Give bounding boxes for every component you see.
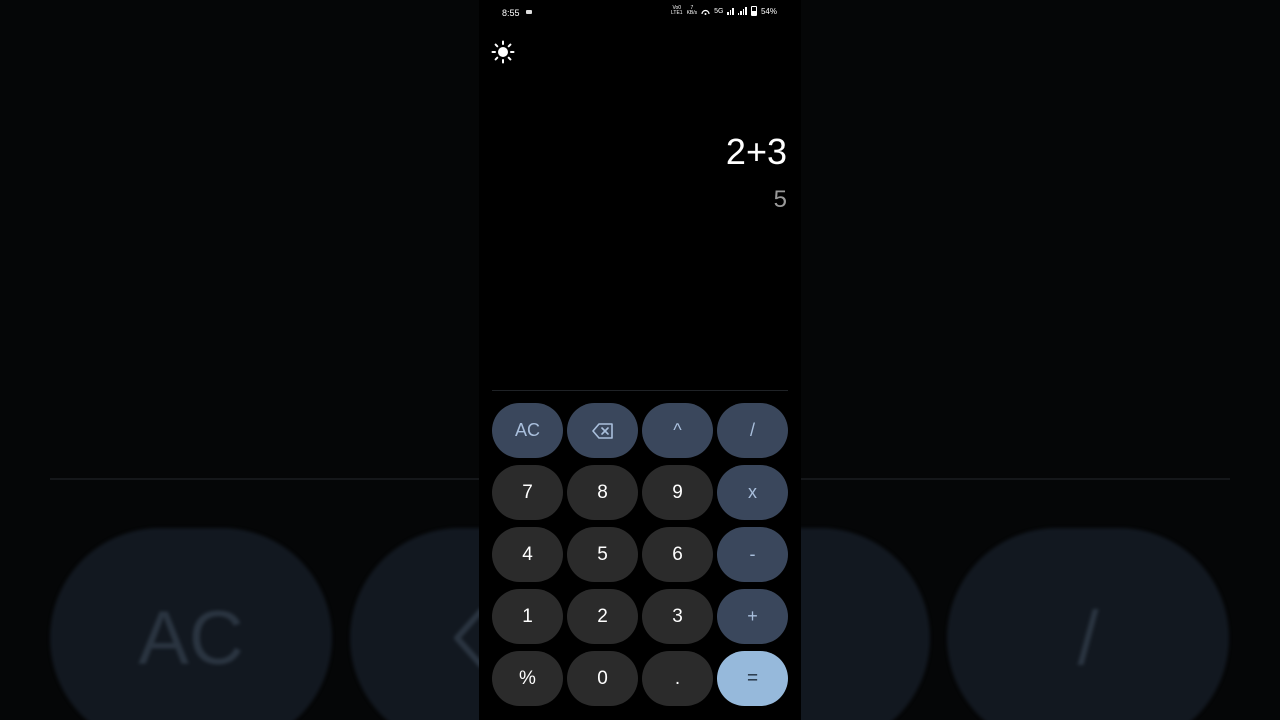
video-recording-icon xyxy=(526,10,532,14)
digit-6-button[interactable]: 6 xyxy=(642,527,713,582)
power-button[interactable]: ^ xyxy=(642,403,713,458)
background-divide-key: / xyxy=(947,528,1229,720)
sun-icon xyxy=(491,40,515,64)
result-display: 5 xyxy=(773,186,787,213)
percent-button[interactable]: % xyxy=(492,651,563,706)
key-label: x xyxy=(748,482,757,502)
key-label: 3 xyxy=(672,605,683,627)
key-label: 0 xyxy=(597,667,608,689)
key-label: = xyxy=(746,667,759,689)
key-label: ^ xyxy=(673,420,682,440)
key-label: 1 xyxy=(522,605,533,627)
digit-9-button[interactable]: 9 xyxy=(642,465,713,520)
keypad: AC ^ / 7 8 9 x 4 5 6 - 1 2 3 +% 0. = xyxy=(492,403,789,706)
signal-strength-icon-1 xyxy=(727,7,734,15)
key-label: / xyxy=(749,420,755,440)
backspace-button[interactable] xyxy=(567,403,638,458)
background-divide-label: / xyxy=(1077,595,1099,681)
calculator-app: 8:55 Vo0 LTE1 7 KB/s 5G 54% 2+3 5 AC ^ /… xyxy=(479,0,801,720)
background-clear-key: AC xyxy=(50,528,332,720)
signal-strength-icon-2 xyxy=(737,7,747,15)
equals-button[interactable]: = xyxy=(717,651,788,706)
network-type: 5G xyxy=(714,7,724,15)
status-icons: Vo0 LTE1 7 KB/s 5G 54% xyxy=(671,6,777,16)
key-label: 4 xyxy=(522,543,533,565)
volte-indicator: Vo0 LTE1 xyxy=(671,6,683,16)
battery-icon xyxy=(750,6,757,16)
digit-5-button[interactable]: 5 xyxy=(567,527,638,582)
speed-unit: KB/s xyxy=(686,10,698,16)
battery-percent: 54% xyxy=(760,6,777,16)
network-speed: 7 KB/s xyxy=(687,6,698,16)
volte-bottom-text: LTE1 xyxy=(670,10,683,16)
key-label: + xyxy=(747,606,758,626)
backspace-icon xyxy=(591,422,613,439)
theme-toggle-button[interactable] xyxy=(491,40,515,64)
key-label: 5 xyxy=(597,543,608,565)
clear-button[interactable]: AC xyxy=(492,403,563,458)
subtract-button[interactable]: - xyxy=(717,527,788,582)
hotspot-icon xyxy=(701,9,710,15)
display-divider xyxy=(492,390,788,391)
key-label: AC xyxy=(514,420,540,440)
key-label: . xyxy=(674,667,681,689)
key-label: 8 xyxy=(597,481,608,503)
digit-4-button[interactable]: 4 xyxy=(492,527,563,582)
expression-display[interactable]: 2+3 xyxy=(726,131,787,173)
decimal-button[interactable]: . xyxy=(642,651,713,706)
divide-button[interactable]: / xyxy=(717,403,788,458)
digit-0-button[interactable]: 0 xyxy=(567,651,638,706)
key-label: 2 xyxy=(597,605,608,627)
screen-recording-frame: AC / 8:55 Vo0 LTE1 7 KB/s 5G 54% 2+3 5 A… xyxy=(0,0,1280,720)
digit-8-button[interactable]: 8 xyxy=(567,465,638,520)
key-label: 9 xyxy=(672,481,683,503)
key-label: % xyxy=(519,667,536,689)
digit-2-button[interactable]: 2 xyxy=(567,589,638,644)
multiply-button[interactable]: x xyxy=(717,465,788,520)
digit-1-button[interactable]: 1 xyxy=(492,589,563,644)
key-label: 6 xyxy=(672,543,683,565)
key-label: - xyxy=(749,544,756,564)
key-label: 7 xyxy=(522,481,533,503)
background-clear-label: AC xyxy=(138,595,244,681)
status-bar: 8:55 Vo0 LTE1 7 KB/s 5G 54% xyxy=(479,0,801,26)
add-button[interactable]: + xyxy=(717,589,788,644)
status-time: 8:55 xyxy=(502,8,520,18)
digit-3-button[interactable]: 3 xyxy=(642,589,713,644)
digit-7-button[interactable]: 7 xyxy=(492,465,563,520)
